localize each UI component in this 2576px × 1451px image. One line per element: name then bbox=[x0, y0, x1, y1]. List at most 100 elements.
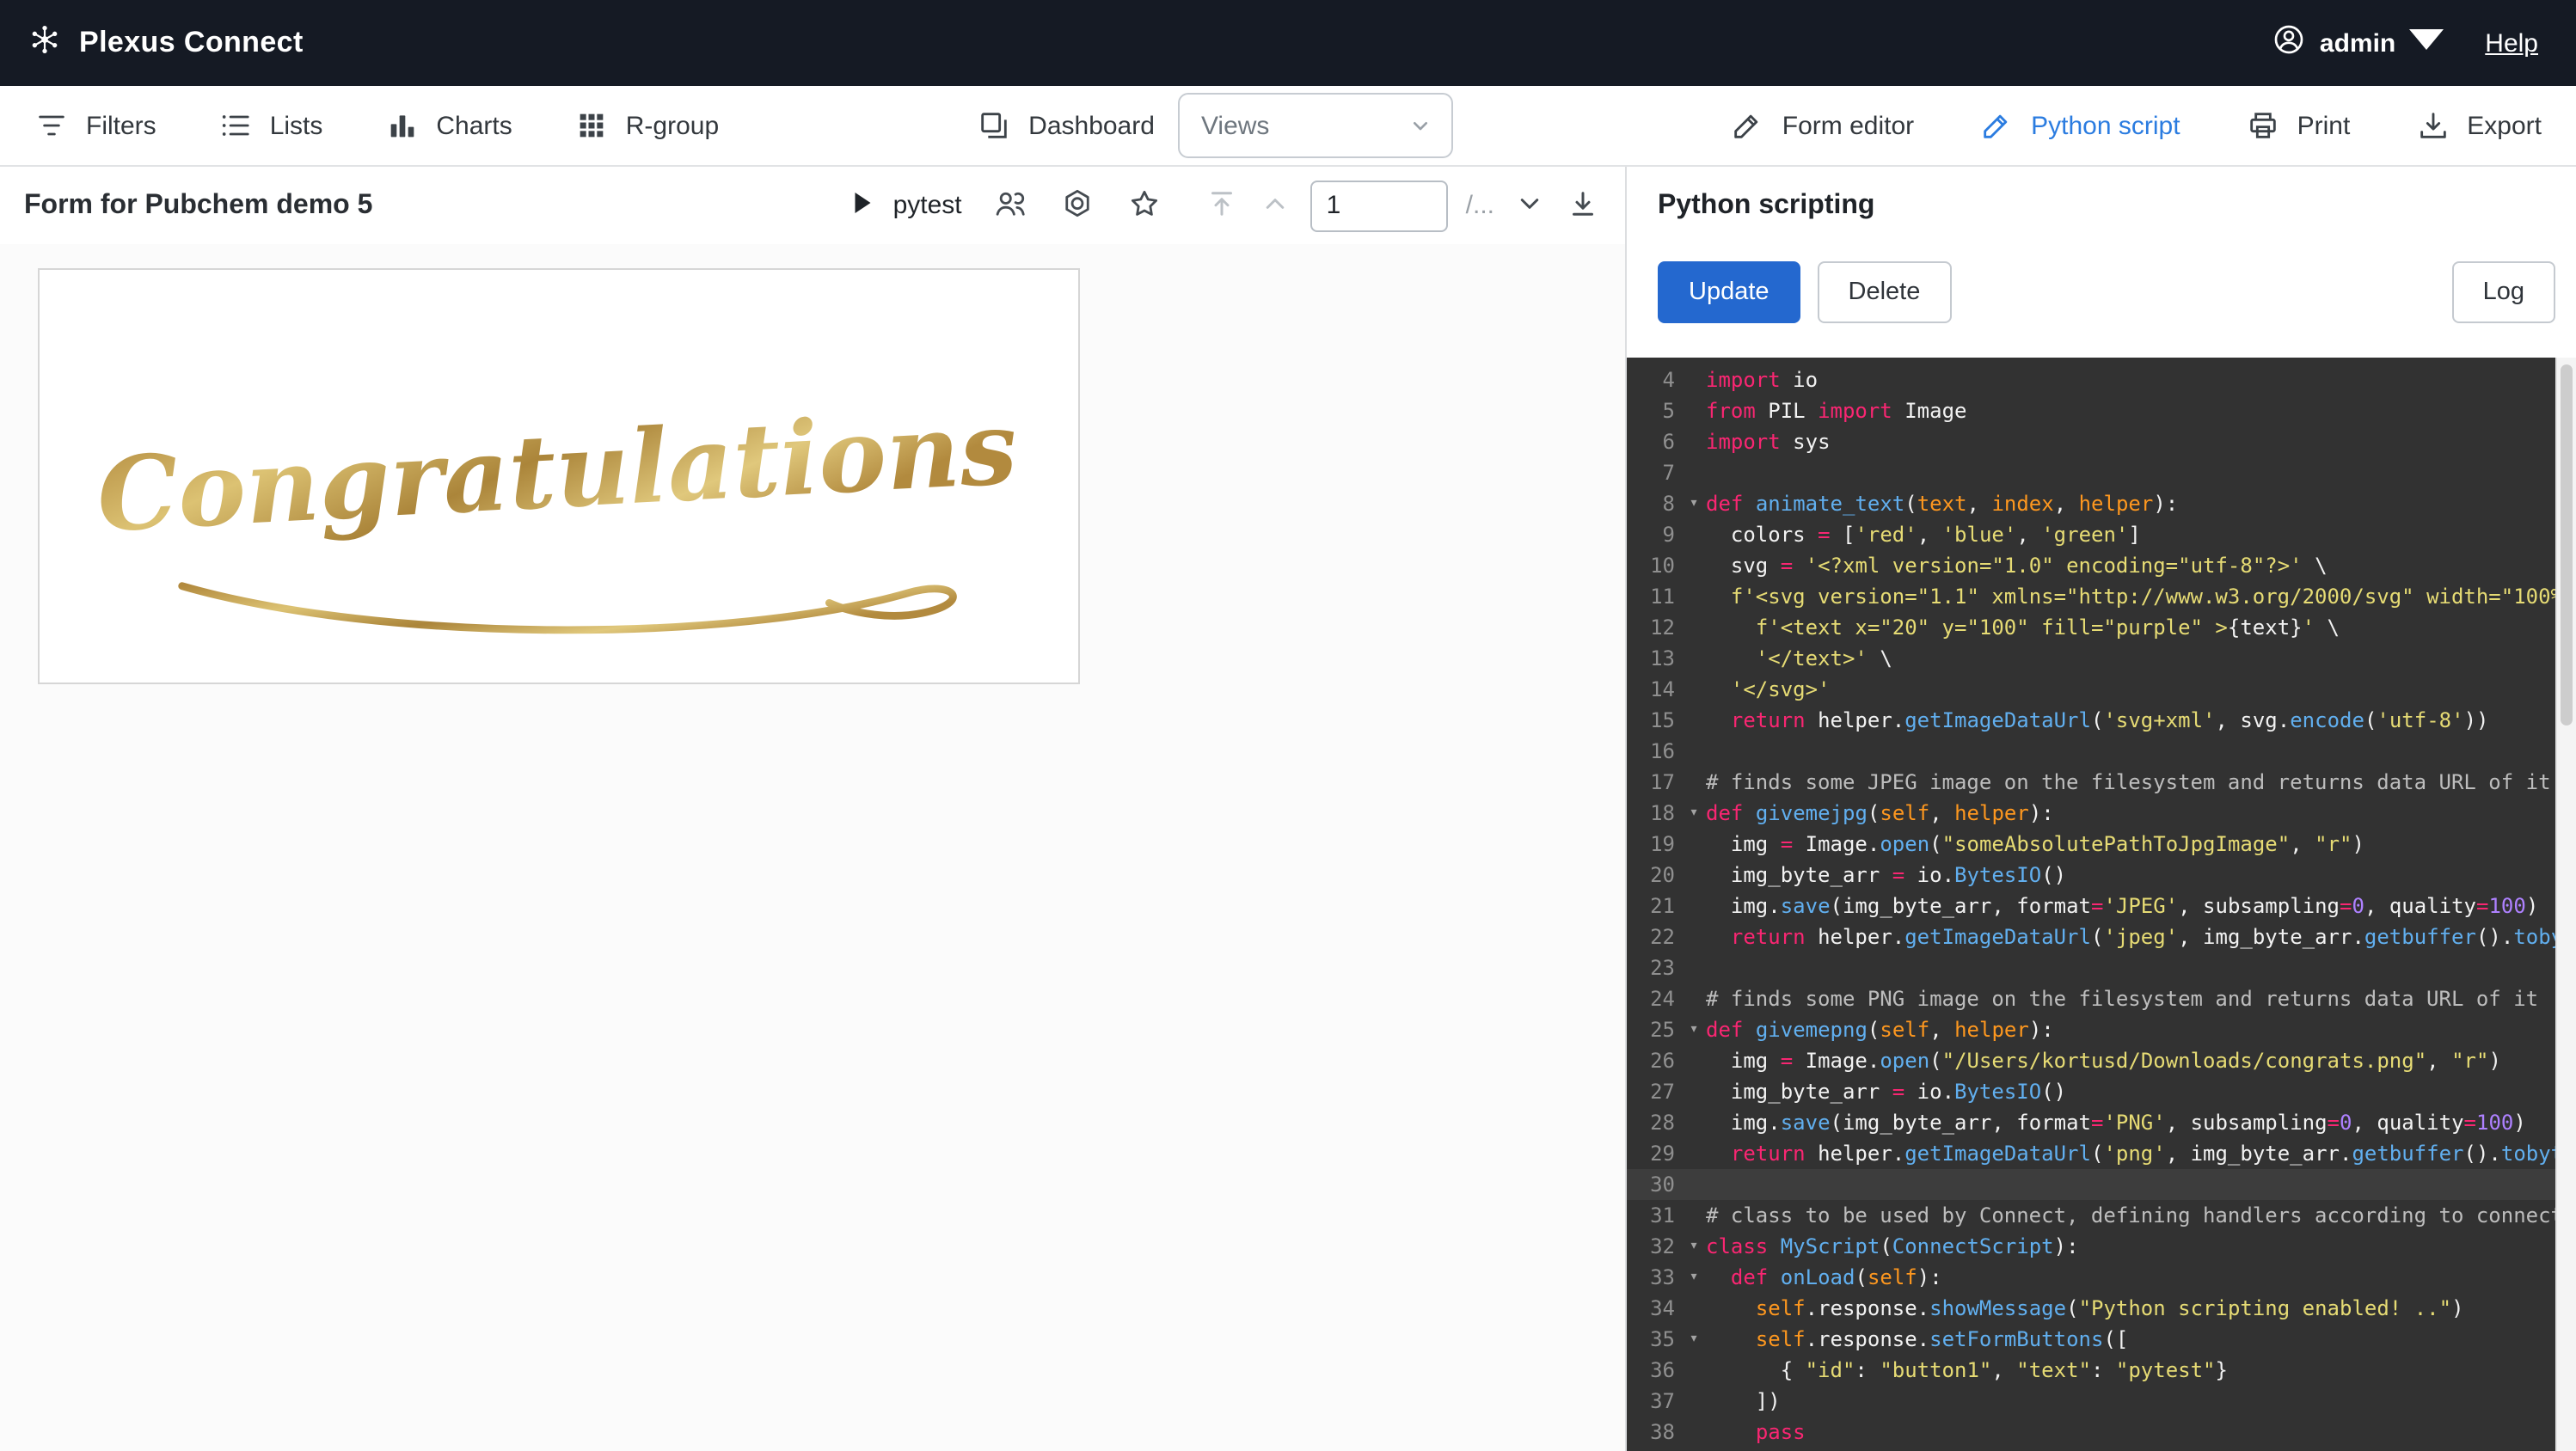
code-text: return helper.getImageDataUrl('jpeg', im… bbox=[1730, 925, 2576, 949]
code-text: # finds some PNG image on the filesystem… bbox=[1706, 987, 2539, 1011]
scroll-to-bottom-button[interactable] bbox=[1565, 185, 1601, 226]
code-line[interactable]: 23 bbox=[1627, 952, 2576, 983]
code-line[interactable]: 13 '</text>' \ bbox=[1627, 643, 2576, 674]
code-line[interactable]: 26 img = Image.open("/Users/kortusd/Down… bbox=[1627, 1045, 2576, 1076]
code-line[interactable]: 16 bbox=[1627, 736, 2576, 767]
code-line[interactable]: 33 ▾ def onLoad(self): bbox=[1627, 1262, 2576, 1293]
rgroup-button[interactable]: R-group bbox=[574, 108, 719, 143]
code-line[interactable]: 11 f'<svg version="1.1" xmlns="http://ww… bbox=[1627, 581, 2576, 612]
code-text: img = Image.open("/Users/kortusd/Downloa… bbox=[1706, 1049, 2501, 1073]
fold-toggle-icon[interactable]: ▾ bbox=[1682, 798, 1706, 829]
code-line[interactable]: 6 import sys bbox=[1627, 426, 2576, 457]
fold-gutter bbox=[1682, 1107, 1706, 1138]
code-line[interactable]: 29 return helper.getImageDataUrl('png', … bbox=[1627, 1138, 2576, 1169]
code-line[interactable]: 20 img_byte_arr = io.BytesIO() bbox=[1627, 860, 2576, 891]
code-line[interactable]: 38 pass bbox=[1627, 1417, 2576, 1448]
scroll-to-top-button[interactable] bbox=[1205, 185, 1241, 226]
line-number: 23 bbox=[1650, 956, 1675, 980]
page-number-input[interactable] bbox=[1310, 180, 1449, 231]
favorite-button[interactable] bbox=[1127, 185, 1163, 226]
code-text: pass bbox=[1755, 1420, 1806, 1444]
form-editor-button[interactable]: Form editor bbox=[1731, 108, 1914, 143]
lists-button[interactable]: Lists bbox=[218, 108, 322, 143]
python-scripting-panel: Python scripting Update Delete Log 4 impo… bbox=[1627, 167, 2576, 1451]
code-line[interactable]: 25 ▾ def givemepng(self, helper): bbox=[1627, 1014, 2576, 1045]
delete-button[interactable]: Delete bbox=[1817, 261, 1952, 323]
code-text: img.save(img_byte_arr, format='PNG', sub… bbox=[1706, 1111, 2526, 1135]
log-button[interactable]: Log bbox=[2451, 261, 2555, 323]
code-line[interactable]: 36 { "id": "button1", "text": "pytest"} bbox=[1627, 1355, 2576, 1386]
share-users-button[interactable] bbox=[993, 185, 1029, 226]
user-menu[interactable]: admin bbox=[2272, 21, 2444, 64]
code-line[interactable]: 7 bbox=[1627, 457, 2576, 488]
code-line[interactable]: 8 ▾ def animate_text(text, index, helper): bbox=[1627, 488, 2576, 519]
fold-toggle-icon[interactable]: ▾ bbox=[1682, 1014, 1706, 1045]
filters-button[interactable]: Filters bbox=[34, 108, 156, 143]
python-script-button[interactable]: Python script bbox=[1979, 108, 2180, 143]
star-icon bbox=[1127, 185, 1163, 226]
help-link[interactable]: Help bbox=[2485, 28, 2538, 58]
code-line[interactable]: 35 ▾ self.response.setFormButtons([ bbox=[1627, 1324, 2576, 1355]
code-line[interactable]: 31 # class to be used by Connect, definin… bbox=[1627, 1200, 2576, 1231]
main-toolbar: Filters Lists Charts R-group Dashboard V… bbox=[0, 86, 2576, 167]
fold-gutter bbox=[1682, 1293, 1706, 1324]
export-button[interactable]: Export bbox=[2415, 108, 2542, 143]
fold-gutter bbox=[1682, 395, 1706, 426]
code-line[interactable]: 39 bbox=[1627, 1448, 2576, 1451]
code-line[interactable]: 5 from PIL import Image bbox=[1627, 395, 2576, 426]
app-window: Plexus Connect admin Help Filters Lists … bbox=[0, 0, 2576, 1451]
code-line[interactable]: 15 return helper.getImageDataUrl('svg+xm… bbox=[1627, 705, 2576, 736]
pencil-icon bbox=[1979, 108, 2014, 143]
line-number: 12 bbox=[1650, 615, 1675, 640]
code-line[interactable]: 37 ]) bbox=[1627, 1386, 2576, 1417]
code-line[interactable]: 28 img.save(img_byte_arr, format='PNG', … bbox=[1627, 1107, 2576, 1138]
views-select[interactable]: Views bbox=[1178, 93, 1454, 158]
users-icon bbox=[993, 185, 1029, 226]
editor-scrollbar[interactable] bbox=[2555, 358, 2576, 1451]
previous-record-button[interactable] bbox=[1258, 185, 1294, 226]
code-line[interactable]: 30 bbox=[1627, 1169, 2576, 1200]
fold-toggle-icon[interactable]: ▾ bbox=[1682, 1324, 1706, 1355]
fold-gutter bbox=[1682, 1417, 1706, 1448]
brand[interactable]: Plexus Connect bbox=[28, 21, 304, 64]
fold-toggle-icon[interactable]: ▾ bbox=[1682, 488, 1706, 519]
editor-scrollbar-thumb[interactable] bbox=[2561, 364, 2573, 726]
next-record-button[interactable] bbox=[1512, 185, 1548, 226]
code-line[interactable]: 34 self.response.showMessage("Python scr… bbox=[1627, 1293, 2576, 1324]
fold-toggle-icon[interactable]: ▾ bbox=[1682, 1231, 1706, 1262]
code-text: return helper.getImageDataUrl('svg+xml',… bbox=[1730, 708, 2489, 732]
code-text: class MyScript(ConnectScript): bbox=[1706, 1234, 2079, 1258]
code-line[interactable]: 14 '</svg>' bbox=[1627, 674, 2576, 705]
line-number: 9 bbox=[1662, 523, 1675, 547]
code-line[interactable]: 21 img.save(img_byte_arr, format='JPEG',… bbox=[1627, 891, 2576, 921]
toolbar-middle-group: Dashboard Views bbox=[977, 93, 1454, 158]
code-line[interactable]: 22 return helper.getImageDataUrl('jpeg',… bbox=[1627, 921, 2576, 952]
code-line[interactable]: 18 ▾ def givemejpg(self, helper): bbox=[1627, 798, 2576, 829]
code-line[interactable]: 32 ▾ class MyScript(ConnectScript): bbox=[1627, 1231, 2576, 1262]
topbar: Plexus Connect admin Help bbox=[0, 0, 2576, 86]
run-script-button[interactable]: pytest bbox=[847, 187, 962, 224]
code-text: { "id": "button1", "text": "pytest"} bbox=[1706, 1358, 2228, 1382]
code-line[interactable]: 24 # finds some PNG image on the filesyst… bbox=[1627, 983, 2576, 1014]
code-line[interactable]: 27 img_byte_arr = io.BytesIO() bbox=[1627, 1076, 2576, 1107]
code-line[interactable]: 9 colors = ['red', 'blue', 'green'] bbox=[1627, 519, 2576, 550]
code-line[interactable]: 4 import io bbox=[1627, 364, 2576, 395]
code-line[interactable]: 17 # finds some JPEG image on the filesys… bbox=[1627, 767, 2576, 798]
code-line[interactable]: 10 svg = '<?xml version="1.0" encoding="… bbox=[1627, 550, 2576, 581]
image-widget[interactable]: Congratulations bbox=[38, 268, 1080, 684]
line-number: 22 bbox=[1650, 925, 1675, 949]
code-line[interactable]: 12 f'<text x="20" y="100" fill="purple" … bbox=[1627, 612, 2576, 643]
fold-toggle-icon[interactable]: ▾ bbox=[1682, 1262, 1706, 1293]
code-line[interactable]: 19 img = Image.open("someAbsolutePathToJ… bbox=[1627, 829, 2576, 860]
structure-tools-button[interactable] bbox=[1060, 185, 1096, 226]
update-button[interactable]: Update bbox=[1658, 261, 1800, 323]
code-text: img_byte_arr = io.BytesIO() bbox=[1706, 863, 2067, 887]
print-button[interactable]: Print bbox=[2246, 108, 2350, 143]
pencil-icon bbox=[1731, 108, 1765, 143]
grid-icon bbox=[574, 108, 609, 143]
dashboard-button[interactable]: Dashboard bbox=[977, 108, 1155, 143]
charts-button[interactable]: Charts bbox=[384, 108, 512, 143]
code-editor[interactable]: 4 import io 5 from PIL import Image 6 import … bbox=[1627, 358, 2576, 1451]
code-text: return helper.getImageDataUrl('png', img… bbox=[1730, 1142, 2576, 1166]
